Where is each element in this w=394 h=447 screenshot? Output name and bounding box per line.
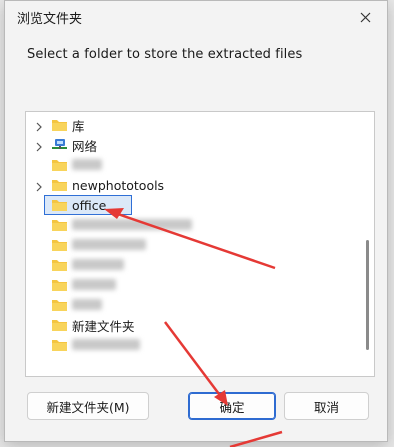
- tree-item-label: [72, 258, 124, 273]
- network-icon: [51, 138, 68, 152]
- tree-item-label: 网络: [72, 138, 98, 154]
- redacted-text: [72, 278, 116, 290]
- dialog-title: 浏览文件夹: [17, 12, 83, 27]
- close-button[interactable]: [343, 1, 387, 33]
- folder-icon: [51, 278, 68, 292]
- scrollbar[interactable]: [360, 112, 374, 376]
- cancel-button[interactable]: 取消: [284, 392, 369, 420]
- tree-item[interactable]: 新建文件夹: [26, 315, 360, 335]
- folder-icon: [51, 158, 68, 172]
- chevron-right-icon[interactable]: [34, 180, 44, 192]
- ok-button[interactable]: 确定: [188, 392, 276, 420]
- scrollbar-thumb[interactable]: [366, 240, 369, 350]
- tree-item[interactable]: 网络: [26, 135, 360, 155]
- redacted-text: [72, 238, 146, 250]
- tree-item[interactable]: [26, 295, 360, 315]
- tree-item-label: [72, 218, 192, 233]
- chevron-right-icon[interactable]: [34, 140, 44, 152]
- chevron-right-icon[interactable]: [34, 120, 44, 132]
- folder-icon: [51, 118, 68, 132]
- tree-item[interactable]: [26, 235, 360, 255]
- folder-icon: [51, 178, 68, 192]
- tree-item-label: [72, 338, 140, 353]
- folder-icon: [51, 218, 68, 232]
- folder-icon: [51, 318, 68, 332]
- close-icon: [360, 12, 370, 22]
- tree-item-label: office: [72, 197, 107, 213]
- folder-icon: [51, 298, 68, 312]
- redacted-text: [72, 298, 102, 310]
- browse-folder-dialog: 浏览文件夹 Select a folder to store the extra…: [4, 0, 388, 442]
- new-folder-button[interactable]: 新建文件夹(M): [27, 392, 149, 420]
- folder-tree[interactable]: 库网络 newphototools office 新建文件夹: [25, 111, 375, 377]
- tree-item-label: 新建文件夹: [72, 318, 135, 334]
- redacted-text: [72, 258, 124, 270]
- dialog-instruction: Select a folder to store the extracted f…: [27, 47, 303, 62]
- tree-item[interactable]: [26, 275, 360, 295]
- folder-icon: [51, 238, 68, 252]
- tree-item-label: [72, 298, 102, 313]
- tree-item-label: [72, 278, 116, 293]
- redacted-text: [72, 338, 140, 350]
- folder-icon: [51, 258, 68, 272]
- tree-item[interactable]: [26, 335, 360, 355]
- folder-icon: [51, 338, 68, 352]
- tree-item-label: [72, 238, 146, 253]
- tree-item[interactable]: [26, 255, 360, 275]
- tree-item-label: 库: [72, 118, 85, 134]
- redacted-text: [72, 218, 192, 230]
- tree-item[interactable]: 库: [26, 115, 360, 135]
- redacted-text: [72, 158, 102, 170]
- tree-item-label: newphototools: [72, 177, 165, 193]
- tree-item-label: [72, 158, 102, 173]
- title-bar: 浏览文件夹: [5, 1, 387, 33]
- folder-icon: [51, 198, 68, 212]
- tree-item[interactable]: [26, 215, 360, 235]
- tree-item[interactable]: [26, 155, 360, 175]
- tree-item[interactable]: office: [26, 195, 360, 215]
- tree-item[interactable]: newphototools: [26, 175, 360, 195]
